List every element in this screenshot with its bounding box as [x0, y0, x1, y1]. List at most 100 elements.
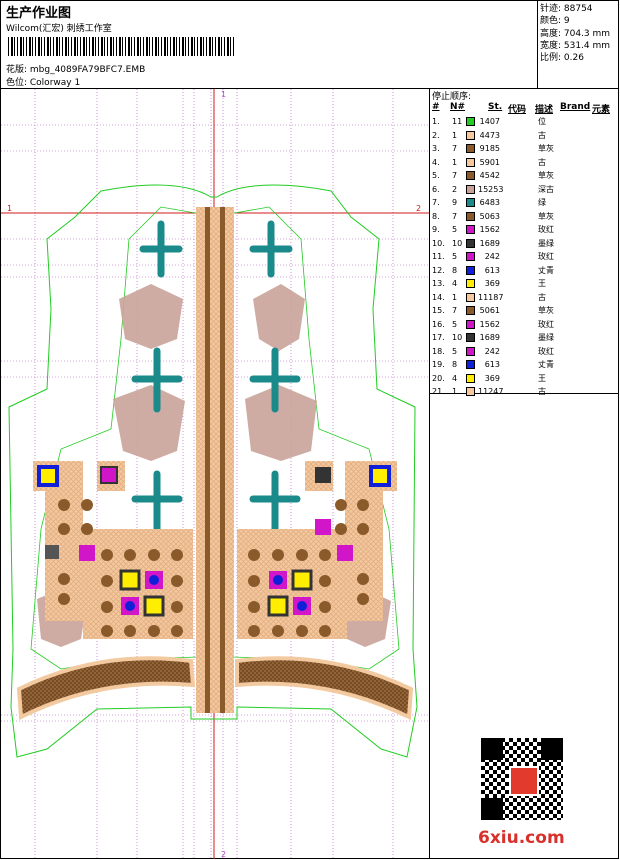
- row-needle: 5: [452, 346, 458, 356]
- row-stitches: 1562: [479, 319, 500, 329]
- brown-dot: [335, 499, 347, 511]
- legend-row: 1. 11 1407 位: [432, 115, 618, 129]
- row-index: 14.: [432, 292, 445, 302]
- row-needle: 7: [452, 171, 458, 180]
- row-description: 草灰: [538, 211, 554, 221]
- legend-row: 14. 1 11187 古: [432, 291, 618, 305]
- row-needle: 2: [452, 184, 458, 194]
- row-stitches: 242: [484, 346, 500, 356]
- row-stitches: 1689: [479, 333, 500, 342]
- placket-stripe-right: [220, 207, 225, 713]
- brown-dot: [248, 601, 260, 613]
- brown-dot: [101, 549, 113, 561]
- color-swatch: [466, 198, 475, 207]
- row-stitches: 5061: [479, 306, 500, 315]
- row-needle: 5: [452, 319, 458, 329]
- row-stitches: 5901: [479, 157, 500, 167]
- barcode: [8, 37, 234, 56]
- row-index: 12.: [432, 265, 445, 275]
- design-width: 宽度: 531.4 mm: [540, 40, 611, 51]
- legend-row: 2. 1 4473 古: [432, 129, 618, 143]
- brown-dot: [335, 523, 347, 535]
- embroidery-canvas: 1 2 1 2: [1, 89, 429, 859]
- col-stitches: St.: [488, 102, 503, 112]
- color-swatch: [466, 306, 475, 315]
- legend-divider: [429, 88, 430, 859]
- row-stitches: 1407: [479, 117, 500, 126]
- legend-row: 5. 7 4542 草灰: [432, 169, 618, 183]
- right-block: [237, 461, 397, 639]
- row-description: 位: [538, 117, 546, 126]
- row-description: 深古: [538, 184, 554, 194]
- color-swatch: [466, 157, 475, 167]
- row-stitches: 11247: [478, 387, 504, 396]
- legend-row: 6. 2 15253 深古: [432, 183, 618, 197]
- row-needle: 1: [452, 387, 458, 396]
- row-index: 15.: [432, 306, 445, 315]
- row-needle: 10: [452, 238, 463, 248]
- row-index: 11.: [432, 252, 445, 261]
- color-swatch: [466, 292, 475, 302]
- row-stitches: 369: [484, 279, 500, 288]
- brown-dot: [357, 593, 369, 605]
- legend-row: 4. 1 5901 古: [432, 156, 618, 170]
- legend-row: 12. 8 613 丈青: [432, 264, 618, 278]
- row-needle: 4: [452, 279, 458, 288]
- brown-dot: [101, 601, 113, 613]
- center-placket: [196, 207, 234, 713]
- row-stitches: 369: [484, 373, 500, 383]
- col-code: 代码: [508, 105, 527, 115]
- row-stitches: 1562: [479, 225, 500, 234]
- guide-label-left: 1: [7, 204, 12, 213]
- color-swatch: [466, 184, 475, 194]
- brown-dot: [319, 575, 331, 587]
- color-swatch: [466, 373, 475, 383]
- brown-dot: [248, 549, 260, 561]
- brown-dot: [81, 499, 93, 511]
- row-needle: 8: [452, 360, 458, 369]
- col-brand: Brand: [560, 102, 591, 112]
- row-description: 草灰: [538, 144, 554, 153]
- brown-dot: [357, 523, 369, 535]
- row-needle: 7: [452, 211, 458, 221]
- color-swatch: [466, 319, 475, 329]
- legend-row: 9. 5 1562 玫红: [432, 223, 618, 237]
- brown-dot: [171, 549, 183, 561]
- legend-row: 8. 7 5063 草灰: [432, 210, 618, 224]
- legend-row: 18. 5 242 玫红: [432, 345, 618, 359]
- legend-row: 10. 10 1689 墨绿: [432, 237, 618, 251]
- stats-panel: 针迹: 88754 颜色: 9 高度: 704.3 mm 宽度: 531.4 m…: [540, 3, 610, 64]
- color-swatch: [466, 333, 475, 342]
- row-description: 王: [538, 373, 546, 383]
- color-swatch: [466, 117, 475, 126]
- row-index: 1.: [432, 117, 440, 126]
- row-index: 10.: [432, 238, 445, 248]
- color-swatch: [466, 171, 475, 180]
- brown-dot: [58, 523, 70, 535]
- row-description: 玫红: [538, 225, 554, 234]
- row-needle: 7: [452, 306, 458, 315]
- row-needle: 8: [452, 265, 458, 275]
- color-swatch: [466, 225, 475, 234]
- row-description: 古: [538, 157, 546, 167]
- row-index: 8.: [432, 211, 440, 221]
- row-stitches: 15253: [478, 184, 504, 194]
- watermark: 6xiu.com: [478, 828, 565, 848]
- row-description: 古: [538, 130, 546, 140]
- col-element: 元素: [592, 105, 611, 115]
- row-stitches: 11187: [478, 292, 504, 302]
- guide-label-bottom: 2: [221, 850, 226, 859]
- design-height: 高度: 704.3 mm: [540, 28, 611, 39]
- brown-dot: [296, 549, 308, 561]
- row-needle: 4: [452, 373, 458, 383]
- col-description: 描述: [535, 105, 554, 115]
- legend-row: 11. 5 242 玫红: [432, 250, 618, 264]
- color-swatch: [466, 279, 475, 288]
- row-description: 王: [538, 279, 546, 288]
- brown-dot: [296, 625, 308, 637]
- row-description: 丈青: [538, 265, 554, 275]
- row-index: 2.: [432, 130, 440, 140]
- row-index: 17.: [432, 333, 445, 342]
- row-needle: 1: [452, 130, 458, 140]
- brown-dot: [357, 573, 369, 585]
